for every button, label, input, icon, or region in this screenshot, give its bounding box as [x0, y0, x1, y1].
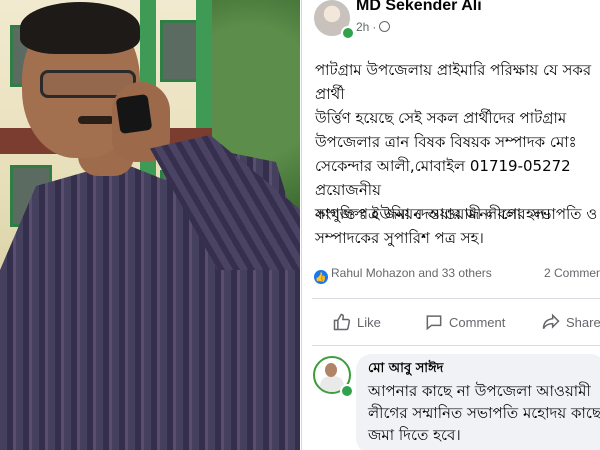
post-author-name[interactable]: MD Sekender Ali	[356, 0, 482, 15]
person-mustache	[78, 116, 114, 124]
like-label: Like	[357, 314, 381, 330]
thumbs-up-icon	[333, 313, 351, 331]
comments-count[interactable]: 2 Comments	[544, 266, 600, 280]
commenter-avatar-face	[325, 363, 337, 377]
share-label: Share	[566, 314, 600, 330]
like-reaction-icon: 👍	[314, 270, 328, 284]
online-status-icon	[340, 384, 354, 398]
online-status-icon	[341, 26, 355, 40]
reactions-summary[interactable]: 👍 Rahul Mohazon and 33 others	[314, 266, 492, 284]
facebook-post: MD Sekender Ali 2h · পাটগ্রাম উপজেলায় প্…	[301, 0, 600, 450]
post-body-paragraph: সংযুক্তিঃ ইউনিয়ন আওয়ামী লীগের সভাপতি ও…	[315, 205, 598, 247]
globe-icon[interactable]	[379, 21, 391, 32]
share-button[interactable]: Share	[541, 312, 600, 332]
post-timestamp[interactable]: 2h	[356, 20, 369, 34]
share-icon	[542, 313, 560, 330]
divider	[312, 345, 600, 346]
post-body-paragraph: পাটগ্রাম উপজেলায় প্রাইমারি পরিক্ষায় যে…	[315, 61, 592, 223]
reactions-text: Rahul Mohazon and 33 others	[331, 266, 492, 280]
comment-label: Comment	[449, 314, 506, 330]
person-hair	[20, 2, 140, 54]
comment-button[interactable]: Comment	[424, 312, 505, 332]
comment-icon	[426, 315, 442, 331]
meta-separator: ·	[372, 20, 377, 34]
divider	[312, 298, 600, 299]
post-meta: 2h ·	[356, 20, 391, 34]
comment-author-name[interactable]: মো আবু সাঈদ	[368, 359, 443, 380]
like-button[interactable]: Like	[332, 312, 381, 332]
comment-text: আপনার কাছে না উপজেলা আওয়ামী লীগের সম্মা…	[368, 382, 600, 444]
mobile-phone	[115, 93, 153, 135]
post-photo[interactable]	[0, 0, 300, 450]
